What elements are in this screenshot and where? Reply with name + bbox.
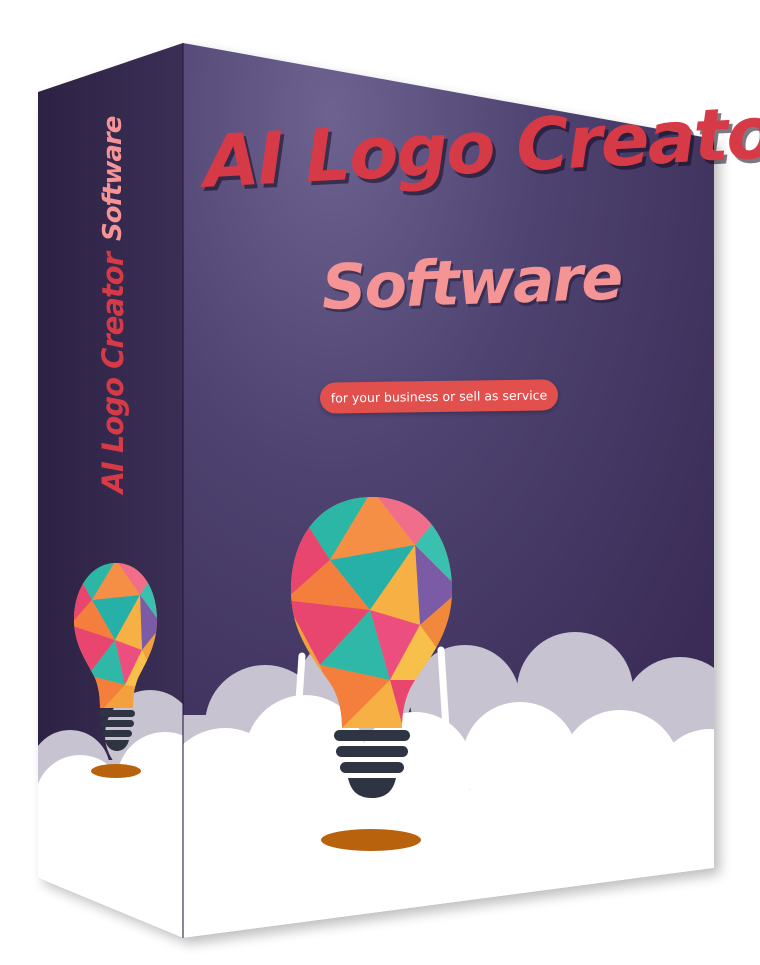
tagline-badge: for your business or sell as service (319, 379, 559, 414)
product-subtitle: Software (320, 240, 623, 324)
spine-subtitle: Software (98, 116, 128, 241)
product-title: AI Logo Creator (201, 88, 760, 204)
spine-title: AI Logo Creator (96, 252, 130, 494)
spine-label: AI Logo Creator Software (93, 110, 133, 500)
tagline-text: for your business or sell as service (330, 387, 548, 406)
